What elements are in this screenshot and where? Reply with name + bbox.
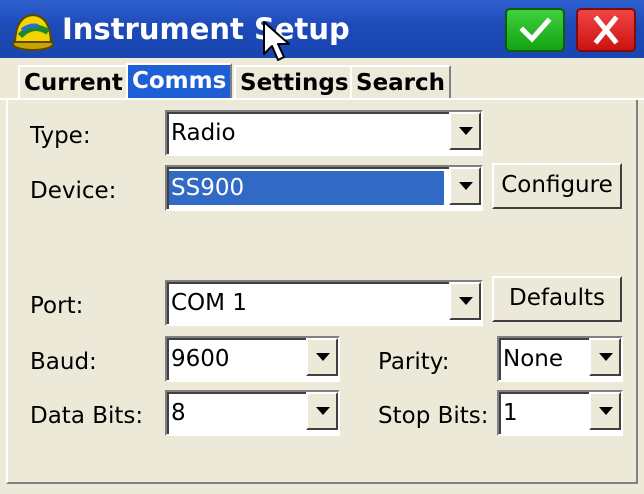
baud-dropdown-arrow[interactable] (306, 338, 338, 376)
ok-button[interactable] (505, 8, 565, 52)
chevron-down-icon (316, 353, 330, 361)
window-title: Instrument Setup (62, 12, 350, 46)
chevron-down-icon (459, 182, 473, 190)
close-icon (593, 15, 619, 45)
device-dropdown-arrow[interactable] (449, 167, 481, 205)
tab-strip: Current Comms Settings Search (0, 58, 644, 100)
checkmark-icon (519, 17, 552, 43)
configure-button[interactable]: Configure (492, 163, 622, 209)
tab-comms[interactable]: Comms (126, 63, 233, 98)
parity-value: None (503, 346, 564, 372)
port-dropdown-arrow[interactable] (449, 282, 481, 320)
type-dropdown-arrow[interactable] (449, 112, 481, 150)
type-label: Type: (30, 123, 91, 149)
chevron-down-icon (459, 127, 473, 135)
chevron-down-icon (599, 407, 613, 415)
parity-dropdown-arrow[interactable] (589, 338, 621, 376)
hard-hat-icon (12, 13, 54, 51)
port-dropdown[interactable]: COM 1 (165, 280, 483, 326)
parity-dropdown[interactable]: None (497, 336, 623, 382)
stop-bits-dropdown[interactable]: 1 (497, 390, 623, 436)
baud-label: Baud: (30, 349, 97, 375)
chevron-down-icon (316, 407, 330, 415)
data-bits-value: 8 (171, 400, 186, 426)
stop-bits-dropdown-arrow[interactable] (589, 392, 621, 430)
tab-search[interactable]: Search (350, 65, 452, 98)
device-dropdown[interactable]: SS900 (165, 165, 483, 211)
device-value: SS900 (169, 171, 444, 205)
port-label: Port: (30, 293, 84, 319)
type-dropdown[interactable]: Radio (165, 110, 483, 156)
close-button[interactable] (576, 8, 636, 52)
baud-dropdown[interactable]: 9600 (165, 336, 340, 382)
stop-bits-label: Stop Bits: (378, 403, 489, 429)
data-bits-label: Data Bits: (30, 403, 144, 429)
defaults-button[interactable]: Defaults (492, 276, 622, 322)
stop-bits-value: 1 (503, 400, 518, 426)
baud-value: 9600 (171, 346, 230, 372)
data-bits-dropdown[interactable]: 8 (165, 390, 340, 436)
chevron-down-icon (459, 297, 473, 305)
type-value: Radio (171, 120, 236, 146)
parity-label: Parity: (378, 349, 450, 375)
device-label: Device: (30, 178, 117, 204)
port-value: COM 1 (171, 290, 247, 316)
data-bits-dropdown-arrow[interactable] (306, 392, 338, 430)
title-bar: Instrument Setup (0, 0, 644, 61)
chevron-down-icon (599, 353, 613, 361)
tab-current[interactable]: Current (18, 65, 129, 98)
tab-settings[interactable]: Settings (234, 65, 355, 98)
